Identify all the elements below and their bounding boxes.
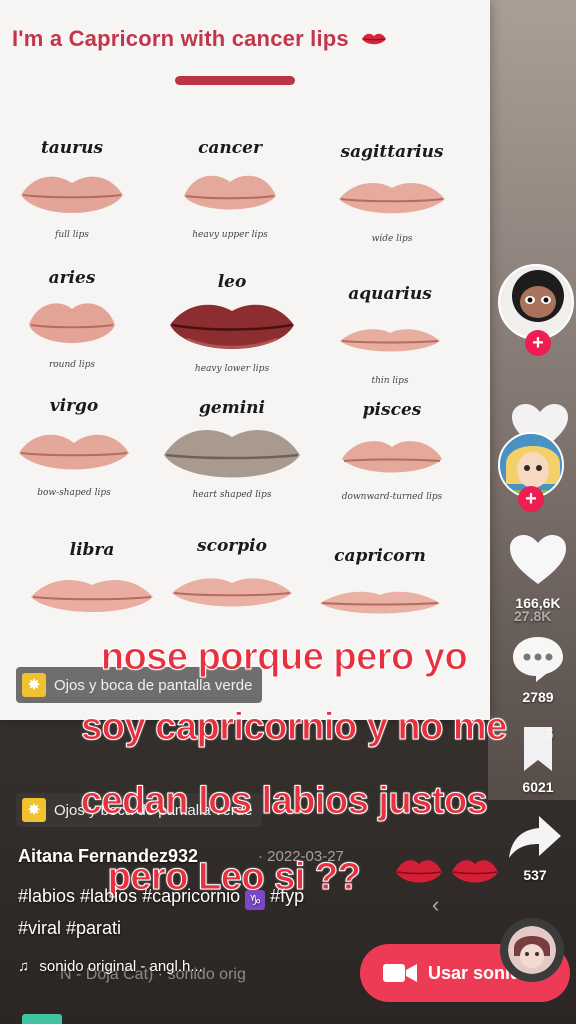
sign-cell-aries: aries round lips [2, 268, 142, 374]
sign-name: libra [69, 540, 115, 560]
comment-count: 2789 [522, 689, 554, 705]
lips-illustration [4, 418, 144, 488]
lips-illustration [160, 160, 300, 230]
sign-cell-capricorn: capricorn [310, 546, 450, 638]
lips-illustration [310, 568, 450, 638]
sign-desc: full lips [55, 230, 89, 240]
share-arrow-icon [509, 816, 561, 858]
chart-title-text: I'm a Capricorn with cancer lips [12, 26, 349, 51]
sign-cell-scorpio: scorpio [162, 536, 302, 628]
sign-desc: wide lips [371, 234, 413, 244]
sign-name: pisces [362, 400, 422, 420]
share-count: 537 [523, 867, 547, 883]
sign-name: cancer [198, 138, 262, 158]
author-name[interactable]: Aitana Fernandez932 [18, 846, 198, 867]
chevron-left-icon: ‹ [432, 892, 440, 917]
kiss-lips-icon [361, 27, 387, 53]
sign-desc: downward-turned lips [341, 492, 443, 502]
creator-avatar[interactable] [498, 264, 574, 340]
sign-name: sagittarius [340, 142, 444, 162]
sign-name: leo [217, 272, 247, 292]
zodiac-lips-chart: I'm a Capricorn with cancer lips taurus … [0, 0, 490, 720]
lips-illustration [322, 422, 462, 492]
music-note-icon: ♫ [18, 958, 30, 975]
like-button[interactable]: 166,6K [503, 532, 573, 611]
sign-cell-aquarius: aquarius thin lips [320, 284, 460, 390]
effect-label: Ojos y boca de pantalla verde [54, 676, 253, 694]
description-line-2[interactable]: #viral #parati [18, 918, 121, 939]
kiss-lips-icon [394, 852, 502, 897]
sign-name: aquarius [348, 284, 432, 304]
sign-cell-cancer: cancer heavy upper lips [160, 138, 300, 244]
sign-cell-virgo: virgo bow-shaped lips [4, 396, 144, 502]
sign-cell-sagittarius: sagittarius wide lips [322, 142, 462, 248]
hashtag-fyp[interactable]: #fyp [270, 886, 304, 906]
sign-desc: heart shaped lips [192, 490, 272, 500]
sign-desc: bow-shaped lips [37, 488, 111, 498]
video-camera-icon [383, 964, 417, 982]
music-disc[interactable] [500, 918, 564, 982]
share-button[interactable]: 537 [500, 812, 570, 883]
follow-plus-button[interactable]: + [525, 330, 551, 356]
sign-cell-libra: libra [22, 540, 162, 632]
lips-illustration [162, 558, 302, 628]
bookmark-icon [524, 727, 552, 771]
sign-desc: heavy upper lips [192, 230, 268, 240]
post-date: · 2022-03-27 [258, 848, 344, 865]
lipstick-swatch [175, 76, 295, 85]
sign-desc: thin lips [371, 376, 409, 386]
lips-illustration [320, 306, 460, 376]
comment-bubble-icon [513, 637, 563, 682]
bookmark-count: 6021 [522, 779, 554, 795]
bottom-badge [22, 1014, 62, 1024]
sign-name: gemini [199, 398, 265, 418]
lips-illustration [2, 290, 142, 360]
sign-name: capricorn [334, 546, 426, 566]
chart-title: I'm a Capricorn with cancer lips [12, 26, 387, 53]
sign-desc: round lips [48, 360, 96, 370]
lips-illustration [322, 164, 462, 234]
sign-name: virgo [49, 396, 99, 416]
capricorn-icon: ♑ [245, 890, 266, 910]
sign-cell-gemini: gemini heart shaped lips [162, 398, 302, 504]
sound-row[interactable]: ♫ sonido original - angl.h... [18, 958, 203, 975]
sign-name: taurus [40, 138, 104, 158]
sound-title: sonido original - angl.h... [39, 958, 203, 975]
like-count-ghost: 27.8K [514, 608, 552, 624]
caption-line-1: nose porque pero yo [100, 636, 468, 679]
description-line-1: #labios #labios #capricornio ♑ #fyp [18, 886, 304, 910]
bookmark-button[interactable]: 6021 [503, 724, 573, 795]
sign-cell-taurus: taurus full lips [2, 138, 142, 244]
heart-icon [510, 535, 566, 584]
lips-illustration [2, 160, 142, 230]
sign-cell-pisces: pisces downward-turned lips [322, 400, 462, 506]
caption-line-3: cedan los labios justos [80, 780, 488, 823]
lips-illustration [162, 420, 302, 490]
lips-illustration [162, 294, 302, 364]
sign-cell-leo: leo heavy lower lips [162, 272, 302, 378]
sign-name: aries [48, 268, 96, 288]
follow-plus-button[interactable]: + [518, 486, 544, 512]
comment-button[interactable]: 2789 [503, 634, 573, 705]
lips-illustration [22, 562, 162, 632]
sign-name: scorpio [197, 536, 267, 556]
hashtags[interactable]: #labios #labios #capricornio [18, 886, 240, 906]
caption-line-2: soy capricornio y no me [81, 706, 508, 749]
sign-desc: heavy lower lips [194, 364, 270, 374]
